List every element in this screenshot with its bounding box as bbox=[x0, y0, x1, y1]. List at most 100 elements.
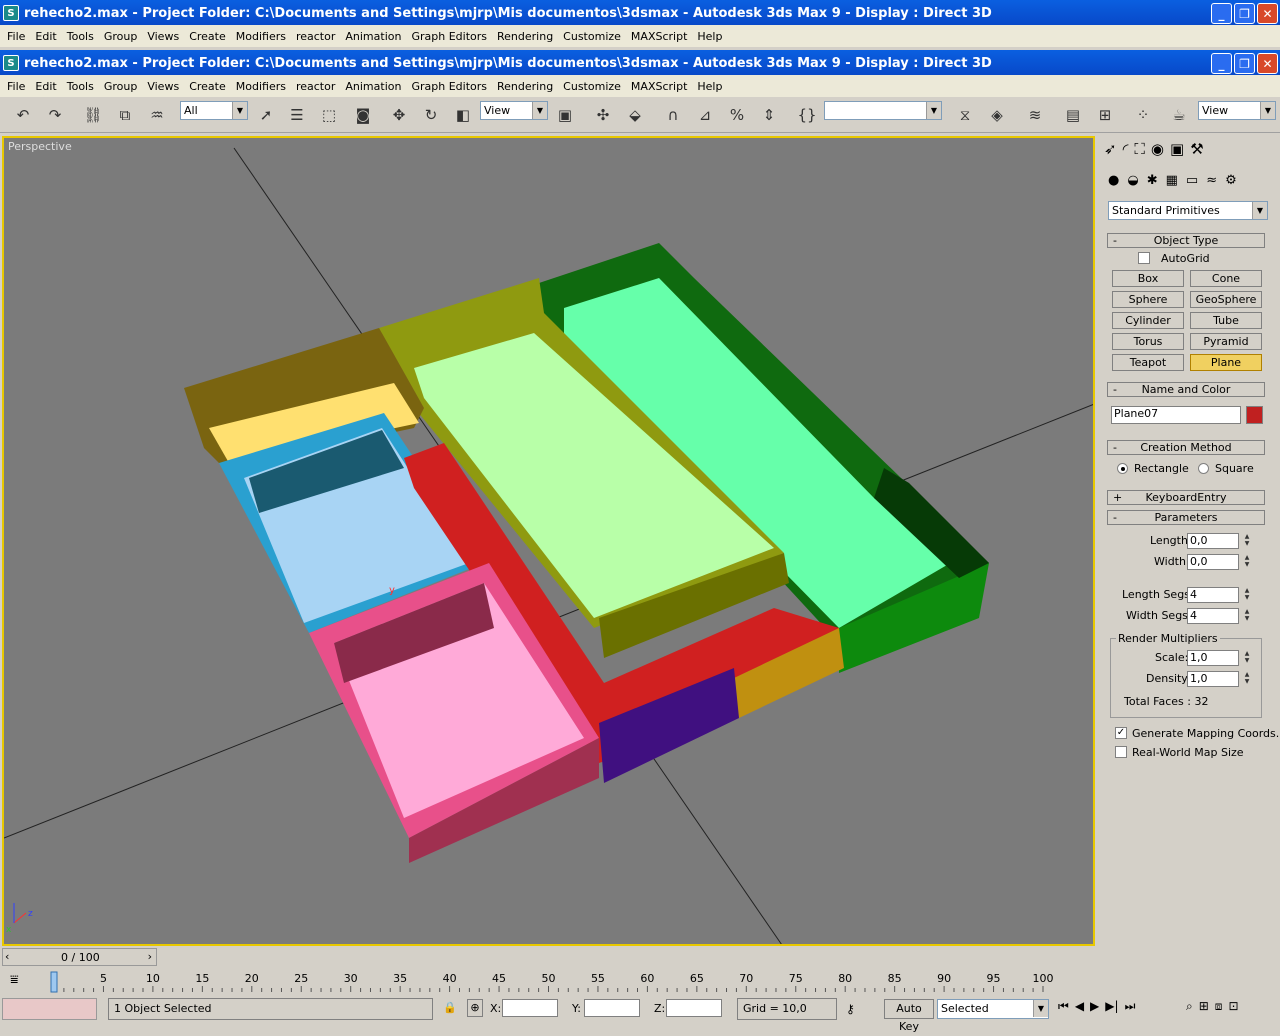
redo-icon[interactable]: ↷ bbox=[42, 103, 68, 127]
helpers-icon[interactable]: ▭ bbox=[1186, 173, 1198, 188]
geometry-icon[interactable]: ● bbox=[1108, 173, 1119, 188]
menu-edit[interactable]: Edit bbox=[30, 30, 61, 43]
menu-rendering[interactable]: Rendering bbox=[492, 80, 558, 93]
time-slider[interactable]: ‹ 0 / 100 › bbox=[2, 948, 157, 966]
app-icon[interactable]: S bbox=[3, 5, 19, 21]
time-prev-icon[interactable]: ‹ bbox=[5, 950, 9, 963]
select-and-rotate-icon[interactable]: ↻ bbox=[418, 103, 444, 127]
menu-graph-editors[interactable]: Graph Editors bbox=[406, 80, 492, 93]
space-warps-icon[interactable]: ≈ bbox=[1206, 173, 1217, 188]
menu-group[interactable]: Group bbox=[99, 30, 143, 43]
width-spinner[interactable]: ▲ ▼ bbox=[1242, 554, 1252, 570]
menu-reactor[interactable]: reactor bbox=[291, 80, 340, 93]
zoom-all-icon[interactable]: ⊞ bbox=[1199, 999, 1209, 1014]
render-scene-icon[interactable]: ☕ bbox=[1166, 103, 1192, 127]
reference-coordinate-dropdown[interactable]: View ▼ bbox=[480, 101, 548, 120]
curve-editor-icon[interactable]: ▤ bbox=[1060, 103, 1086, 127]
real-world-map-checkbox[interactable] bbox=[1115, 746, 1127, 758]
torus-button[interactable]: Torus bbox=[1112, 333, 1184, 350]
utilities-tab-icon[interactable]: ⚒ bbox=[1190, 140, 1203, 158]
rectangle-radio[interactable] bbox=[1117, 463, 1128, 474]
scale-spinner[interactable]: ▲ ▼ bbox=[1242, 650, 1252, 666]
length-spinner[interactable]: ▲ ▼ bbox=[1242, 533, 1252, 549]
name-color-rollout[interactable]: - Name and Color bbox=[1107, 382, 1265, 397]
angle-snap-icon[interactable]: ⊿ bbox=[692, 103, 718, 127]
tube-button[interactable]: Tube bbox=[1190, 312, 1262, 329]
spinner-snap-icon[interactable]: ⇕ bbox=[756, 103, 782, 127]
modify-tab-icon[interactable]: ◜ bbox=[1123, 140, 1129, 158]
motion-tab-icon[interactable]: ◉ bbox=[1151, 140, 1164, 158]
unlink-icon[interactable]: ⧉ bbox=[112, 103, 138, 127]
schematic-view-icon[interactable]: ⊞ bbox=[1092, 103, 1118, 127]
menu-maxscript[interactable]: MAXScript bbox=[626, 80, 692, 93]
create-tab-icon[interactable]: ➶ bbox=[1104, 140, 1117, 158]
select-and-scale-icon[interactable]: ◧ bbox=[450, 103, 476, 127]
teapot-button[interactable]: Teapot bbox=[1112, 354, 1184, 371]
manipulate-icon[interactable]: ✣ bbox=[590, 103, 616, 127]
close-button[interactable]: ✕ bbox=[1257, 53, 1278, 74]
menu-maxscript[interactable]: MAXScript bbox=[626, 30, 692, 43]
snaps-toggle-icon[interactable]: ∩ bbox=[660, 103, 686, 127]
menu-tools[interactable]: Tools bbox=[62, 80, 99, 93]
length-segs-field[interactable]: 4 bbox=[1187, 587, 1239, 603]
bind-space-warp-icon[interactable]: ♒ bbox=[144, 103, 170, 127]
hierarchy-tab-icon[interactable]: ⛶ bbox=[1134, 140, 1145, 158]
density-spinner[interactable]: ▲ ▼ bbox=[1242, 671, 1252, 687]
sphere-button[interactable]: Sphere bbox=[1112, 291, 1184, 308]
density-field[interactable]: 1,0 bbox=[1187, 671, 1239, 687]
restore-button[interactable]: ❐ bbox=[1234, 53, 1255, 74]
select-object-icon[interactable]: ➚ bbox=[253, 103, 279, 127]
auto-key-button[interactable]: Auto Key bbox=[884, 999, 934, 1033]
maximize-button[interactable]: ❐ bbox=[1234, 3, 1255, 24]
scale-field[interactable]: 1,0 bbox=[1187, 650, 1239, 666]
parameters-rollout[interactable]: - Parameters bbox=[1107, 510, 1265, 525]
menu-animation[interactable]: Animation bbox=[340, 80, 406, 93]
width-segs-field[interactable]: 4 bbox=[1187, 608, 1239, 624]
render-view-dropdown[interactable]: View ▼ bbox=[1198, 101, 1276, 120]
named-selection-dropdown[interactable]: ▼ bbox=[824, 101, 942, 120]
pyramid-button[interactable]: Pyramid bbox=[1190, 333, 1262, 350]
mini-curve-editor-icon[interactable]: ⩸ bbox=[10, 972, 19, 988]
play-icon[interactable]: ▶ bbox=[1090, 999, 1099, 1014]
geosphere-button[interactable]: GeoSphere bbox=[1190, 291, 1262, 308]
keyboard-shortcut-override-icon[interactable]: ⬙ bbox=[622, 103, 648, 127]
box-button[interactable]: Box bbox=[1112, 270, 1184, 287]
perspective-viewport[interactable]: Perspective y z x bbox=[2, 136, 1095, 946]
systems-icon[interactable]: ⚙ bbox=[1225, 173, 1237, 188]
layer-manager-icon[interactable]: ≋ bbox=[1022, 103, 1048, 127]
go-to-start-icon[interactable]: ⏮ bbox=[1058, 999, 1069, 1014]
select-and-move-icon[interactable]: ✥ bbox=[386, 103, 412, 127]
width-segs-spinner[interactable]: ▲ ▼ bbox=[1242, 608, 1252, 624]
window-crossing-icon[interactable]: ◙ bbox=[350, 103, 376, 127]
cone-button[interactable]: Cone bbox=[1190, 270, 1262, 287]
align-icon[interactable]: ◈ bbox=[984, 103, 1010, 127]
material-editor-icon[interactable]: ⁘ bbox=[1130, 103, 1156, 127]
key-filter-dropdown[interactable]: Selected ▼ bbox=[937, 999, 1049, 1019]
plane-button[interactable]: Plane bbox=[1190, 354, 1262, 371]
shapes-icon[interactable]: ◒ bbox=[1127, 173, 1138, 188]
menu-file[interactable]: File bbox=[2, 80, 30, 93]
object-color-swatch[interactable] bbox=[1246, 406, 1263, 424]
menu-graph-editors[interactable]: Graph Editors bbox=[406, 30, 492, 43]
absolute-mode-icon[interactable]: ⊕ bbox=[467, 999, 483, 1017]
minimize-button[interactable]: _ bbox=[1211, 3, 1232, 24]
width-field[interactable]: 0,0 bbox=[1187, 554, 1239, 570]
menu-group[interactable]: Group bbox=[99, 80, 143, 93]
menu-customize[interactable]: Customize bbox=[558, 80, 626, 93]
menu-modifiers[interactable]: Modifiers bbox=[231, 30, 291, 43]
menu-modifiers[interactable]: Modifiers bbox=[231, 80, 291, 93]
zoom-icon[interactable]: ⌕ bbox=[1186, 999, 1193, 1014]
keyboard-entry-rollout[interactable]: + KeyboardEntry bbox=[1107, 490, 1265, 505]
menu-views[interactable]: Views bbox=[142, 30, 184, 43]
set-key-icon[interactable]: ⚷ bbox=[846, 1002, 855, 1016]
selection-filter-dropdown[interactable]: All ▼ bbox=[180, 101, 248, 120]
menu-customize[interactable]: Customize bbox=[558, 30, 626, 43]
mirror-icon[interactable]: ⧖ bbox=[952, 103, 978, 127]
display-tab-icon[interactable]: ▣ bbox=[1170, 140, 1184, 158]
maxscript-listener-field[interactable] bbox=[2, 998, 97, 1020]
object-name-field[interactable]: Plane07 bbox=[1111, 406, 1241, 424]
edit-named-selection-icon[interactable]: {} bbox=[794, 103, 820, 127]
zoom-extents-icon[interactable]: ⧈ bbox=[1215, 999, 1223, 1014]
menu-views[interactable]: Views bbox=[142, 80, 184, 93]
autogrid-checkbox[interactable] bbox=[1138, 252, 1150, 264]
